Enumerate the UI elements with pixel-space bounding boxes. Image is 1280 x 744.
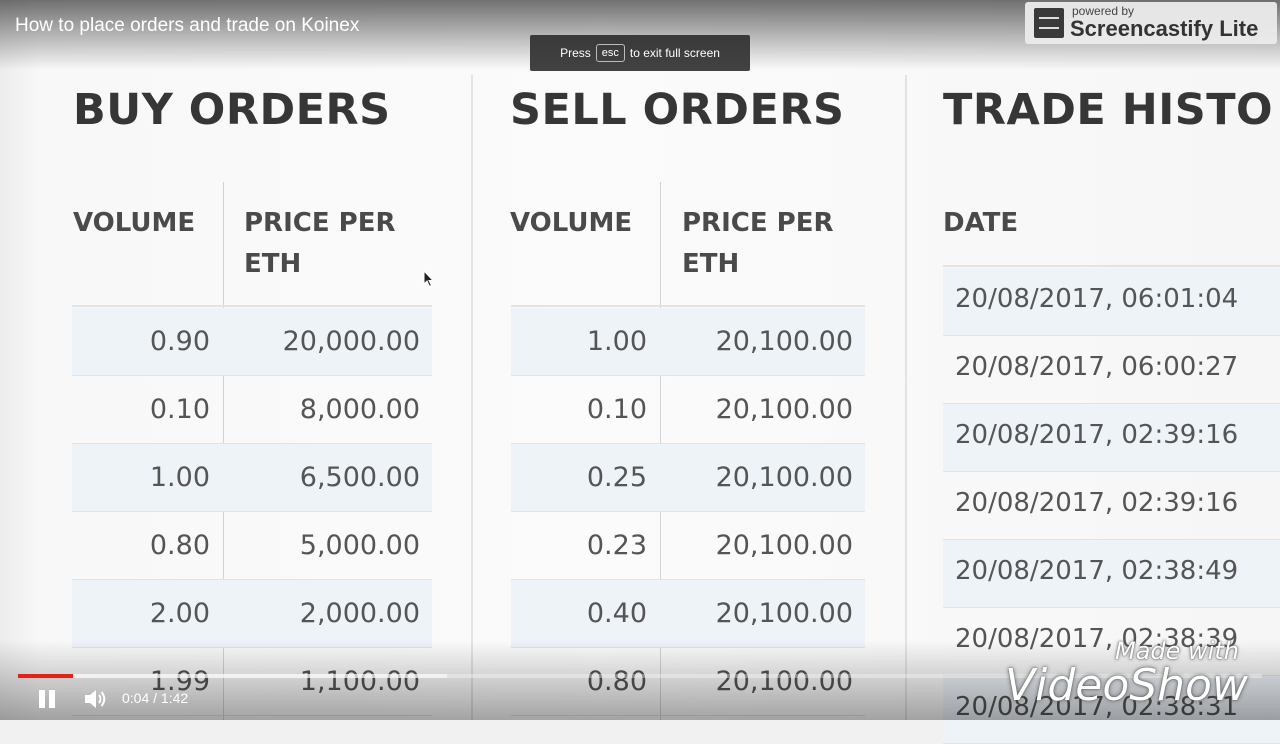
table-row: 0.10 20,100.00 <box>511 376 865 444</box>
table-row: 0.10 8,000.00 <box>72 376 432 444</box>
trade-history-title: TRADE HISTO <box>943 85 1274 135</box>
table-row: 0.23 20,100.00 <box>511 512 865 580</box>
price-cell: 20,100.00 <box>715 394 853 425</box>
pause-icon <box>39 690 45 708</box>
sell-price-header: PRICE PER ETH <box>682 208 834 279</box>
table-row: 1.00 6,500.00 <box>72 444 432 512</box>
table-row: 0.40 20,100.00 <box>511 580 865 648</box>
price-cell: 20,100.00 <box>715 326 853 357</box>
panel-divider <box>905 75 907 720</box>
price-cell: 6,500.00 <box>299 462 420 493</box>
mouse-cursor-icon <box>423 270 435 288</box>
progress-buffered <box>18 674 448 678</box>
volume-cell: 0.80 <box>149 530 210 561</box>
sell-orders-title: SELL ORDERS <box>510 85 845 135</box>
buy-price-header: PRICE PER ETH <box>244 208 396 279</box>
time-display: 0:04 / 1:42 <box>122 690 188 706</box>
date-cell: 20/08/2017, 02:39:16 <box>955 488 1239 518</box>
volume-cell: 0.10 <box>149 394 210 425</box>
video-frame: BUY ORDERS VOLUME PRICE PER ETH 0.90 20,0… <box>0 0 1280 744</box>
time-duration: 1:42 <box>160 690 189 706</box>
volume-cell: 1.00 <box>149 462 210 493</box>
price-cell: 2,000.00 <box>299 598 420 629</box>
screencastify-badge: powered by Screencastify Lite <box>1025 2 1277 44</box>
time-elapsed: 0:04 <box>122 690 150 706</box>
video-title[interactable]: How to place orders and trade on Koinex <box>15 15 359 37</box>
volume-cell: 1.00 <box>586 326 647 357</box>
volume-cell: 0.25 <box>586 462 647 493</box>
date-cell: 20/08/2017, 06:01:04 <box>955 284 1239 314</box>
pause-icon <box>49 690 55 708</box>
price-cell: 20,100.00 <box>715 462 853 493</box>
time-separator: / <box>149 690 161 706</box>
panel-divider <box>471 75 473 720</box>
esc-key-label: esc <box>595 44 625 62</box>
fullscreen-hint-post: to exit full screen <box>629 46 720 60</box>
table-row: 1.00 20,100.00 <box>511 308 865 376</box>
pause-button[interactable] <box>36 688 58 710</box>
price-cell: 20,000.00 <box>282 326 420 357</box>
volume-icon[interactable] <box>82 686 108 712</box>
buy-volume-header: VOLUME <box>73 208 196 238</box>
buy-orders-title: BUY ORDERS <box>73 85 391 135</box>
fullscreen-hint: Press esc to exit full screen <box>530 35 750 71</box>
watermark-brand: VideoShow <box>1005 660 1248 711</box>
table-row: 0.90 20,000.00 <box>72 308 432 376</box>
price-cell: 8,000.00 <box>299 394 420 425</box>
table-row: 0.25 20,100.00 <box>511 444 865 512</box>
date-cell: 20/08/2017, 06:00:27 <box>955 352 1239 382</box>
volume-cell: 0.90 <box>149 326 210 357</box>
trade-date-header: DATE <box>943 208 1019 238</box>
volume-cell: 0.23 <box>586 530 647 561</box>
volume-cell: 0.10 <box>586 394 647 425</box>
price-cell: 20,100.00 <box>715 530 853 561</box>
trade-header-rule <box>943 265 1280 267</box>
price-cell: 5,000.00 <box>299 530 420 561</box>
fullscreen-hint-pre: Press <box>560 46 591 60</box>
screencastify-name: Screencastify Lite <box>1070 16 1259 41</box>
price-cell: 20,100.00 <box>715 598 853 629</box>
volume-cell: 2.00 <box>149 598 210 629</box>
volume-cell: 0.40 <box>586 598 647 629</box>
progress-played <box>18 674 73 678</box>
buy-header-rule <box>72 305 432 307</box>
table-row: 2.00 2,000.00 <box>72 580 432 648</box>
date-cell: 20/08/2017, 02:39:16 <box>955 420 1239 450</box>
date-cell: 20/08/2017, 02:38:49 <box>955 556 1239 586</box>
film-icon <box>1034 8 1064 38</box>
sell-header-rule <box>511 305 865 307</box>
sell-volume-header: VOLUME <box>510 208 633 238</box>
table-row: 0.80 5,000.00 <box>72 512 432 580</box>
